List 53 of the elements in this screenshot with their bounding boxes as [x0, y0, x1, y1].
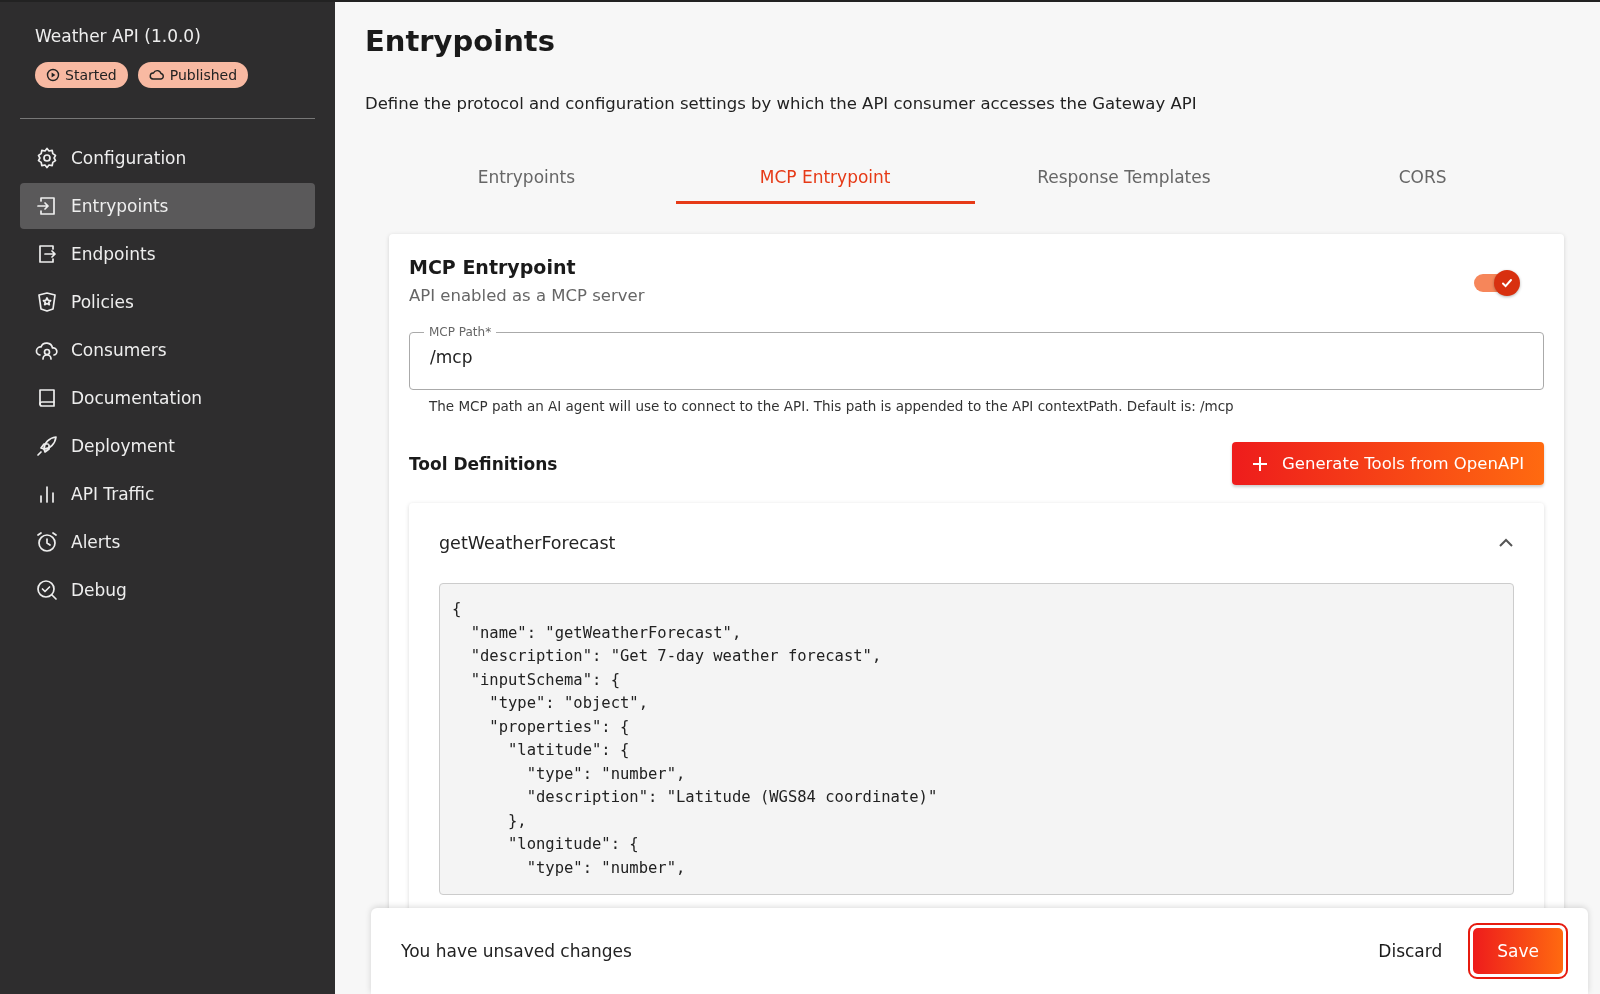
sidebar-item[interactable]: Debug — [20, 567, 315, 613]
gear-icon — [35, 146, 59, 170]
field-label: MCP Path* — [428, 325, 493, 339]
card-subtitle: API enabled as a MCP server — [409, 286, 645, 305]
code-line: "inputSchema": { — [469, 669, 621, 691]
api-title: Weather API (1.0.0) — [34, 26, 202, 46]
tab[interactable]: MCP Entrypoint — [675, 153, 975, 204]
cloud-icon — [148, 68, 165, 82]
field-hint: The MCP path an AI agent will use to connect to the API. This path is appended to the API contextPath. Default is: /mcp — [429, 398, 1235, 414]
card-title: MCP Entrypoint — [409, 256, 577, 278]
field-value: /mcp — [430, 347, 473, 367]
section-heading: Tool Definitions — [409, 453, 558, 474]
code-line: { — [452, 599, 463, 620]
magnifier-check-icon — [35, 578, 59, 602]
sidebar-item[interactable]: Consumers — [20, 327, 315, 373]
code-line: "latitude": { — [507, 740, 631, 761]
sidebar-item[interactable]: API Traffic — [20, 471, 315, 517]
tool-name: getWeatherForecast — [439, 533, 616, 553]
alarm-clock-icon — [35, 530, 59, 554]
plus-icon — [1252, 455, 1268, 472]
save-button[interactable]: Save — [1473, 928, 1563, 974]
tab[interactable]: Response Templates — [974, 153, 1274, 204]
status-badge: Published — [137, 62, 249, 88]
code-line: "name": "getWeatherForecast", — [469, 622, 743, 644]
code-line: "longitude": { — [507, 834, 640, 855]
tab[interactable]: CORS — [1273, 153, 1572, 204]
code-line: "properties": { — [488, 716, 631, 738]
sidebar-item[interactable]: Documentation — [20, 375, 315, 421]
code-line: }, — [507, 810, 528, 832]
play-icon — [46, 68, 60, 82]
sidebar-item[interactable]: Entrypoints — [20, 183, 315, 229]
sidebar-item[interactable]: Policies — [20, 279, 315, 325]
sidebar-item[interactable]: Deployment — [20, 423, 315, 469]
sidebar-item[interactable]: Configuration — [20, 135, 315, 181]
sidebar-item[interactable]: Alerts — [20, 519, 315, 565]
unsaved-message: You have unsaved changes — [401, 941, 632, 961]
generate-tools-button[interactable]: Generate Tools from OpenAPI — [1232, 442, 1544, 485]
sidebar-item[interactable]: Endpoints — [20, 231, 315, 277]
code-line: "description": "Get 7-day weather forecast", — [469, 646, 883, 667]
tab[interactable]: Entrypoints — [377, 153, 676, 204]
status-badge: Started — [35, 62, 128, 88]
code-line: "type": "object", — [488, 693, 649, 714]
page-description: Define the protocol and configuration settings by which the API consumer accesses the Gateway API — [365, 94, 1198, 113]
code-line: "description": "Latitude (WGS84 coordinate)" — [525, 787, 939, 808]
code-line: "type": "number", — [525, 857, 687, 879]
rocket-icon — [35, 434, 59, 458]
chevron-icon[interactable] — [1498, 538, 1514, 548]
discard-button[interactable]: Discard — [1374, 933, 1447, 969]
shield-icon — [35, 290, 59, 314]
page-title: Entrypoints — [365, 24, 556, 58]
check-icon — [1500, 276, 1514, 290]
mcp-path-field[interactable]: MCP Path* /mcp — [409, 325, 1544, 390]
code-line: "type": "number", — [525, 763, 687, 785]
